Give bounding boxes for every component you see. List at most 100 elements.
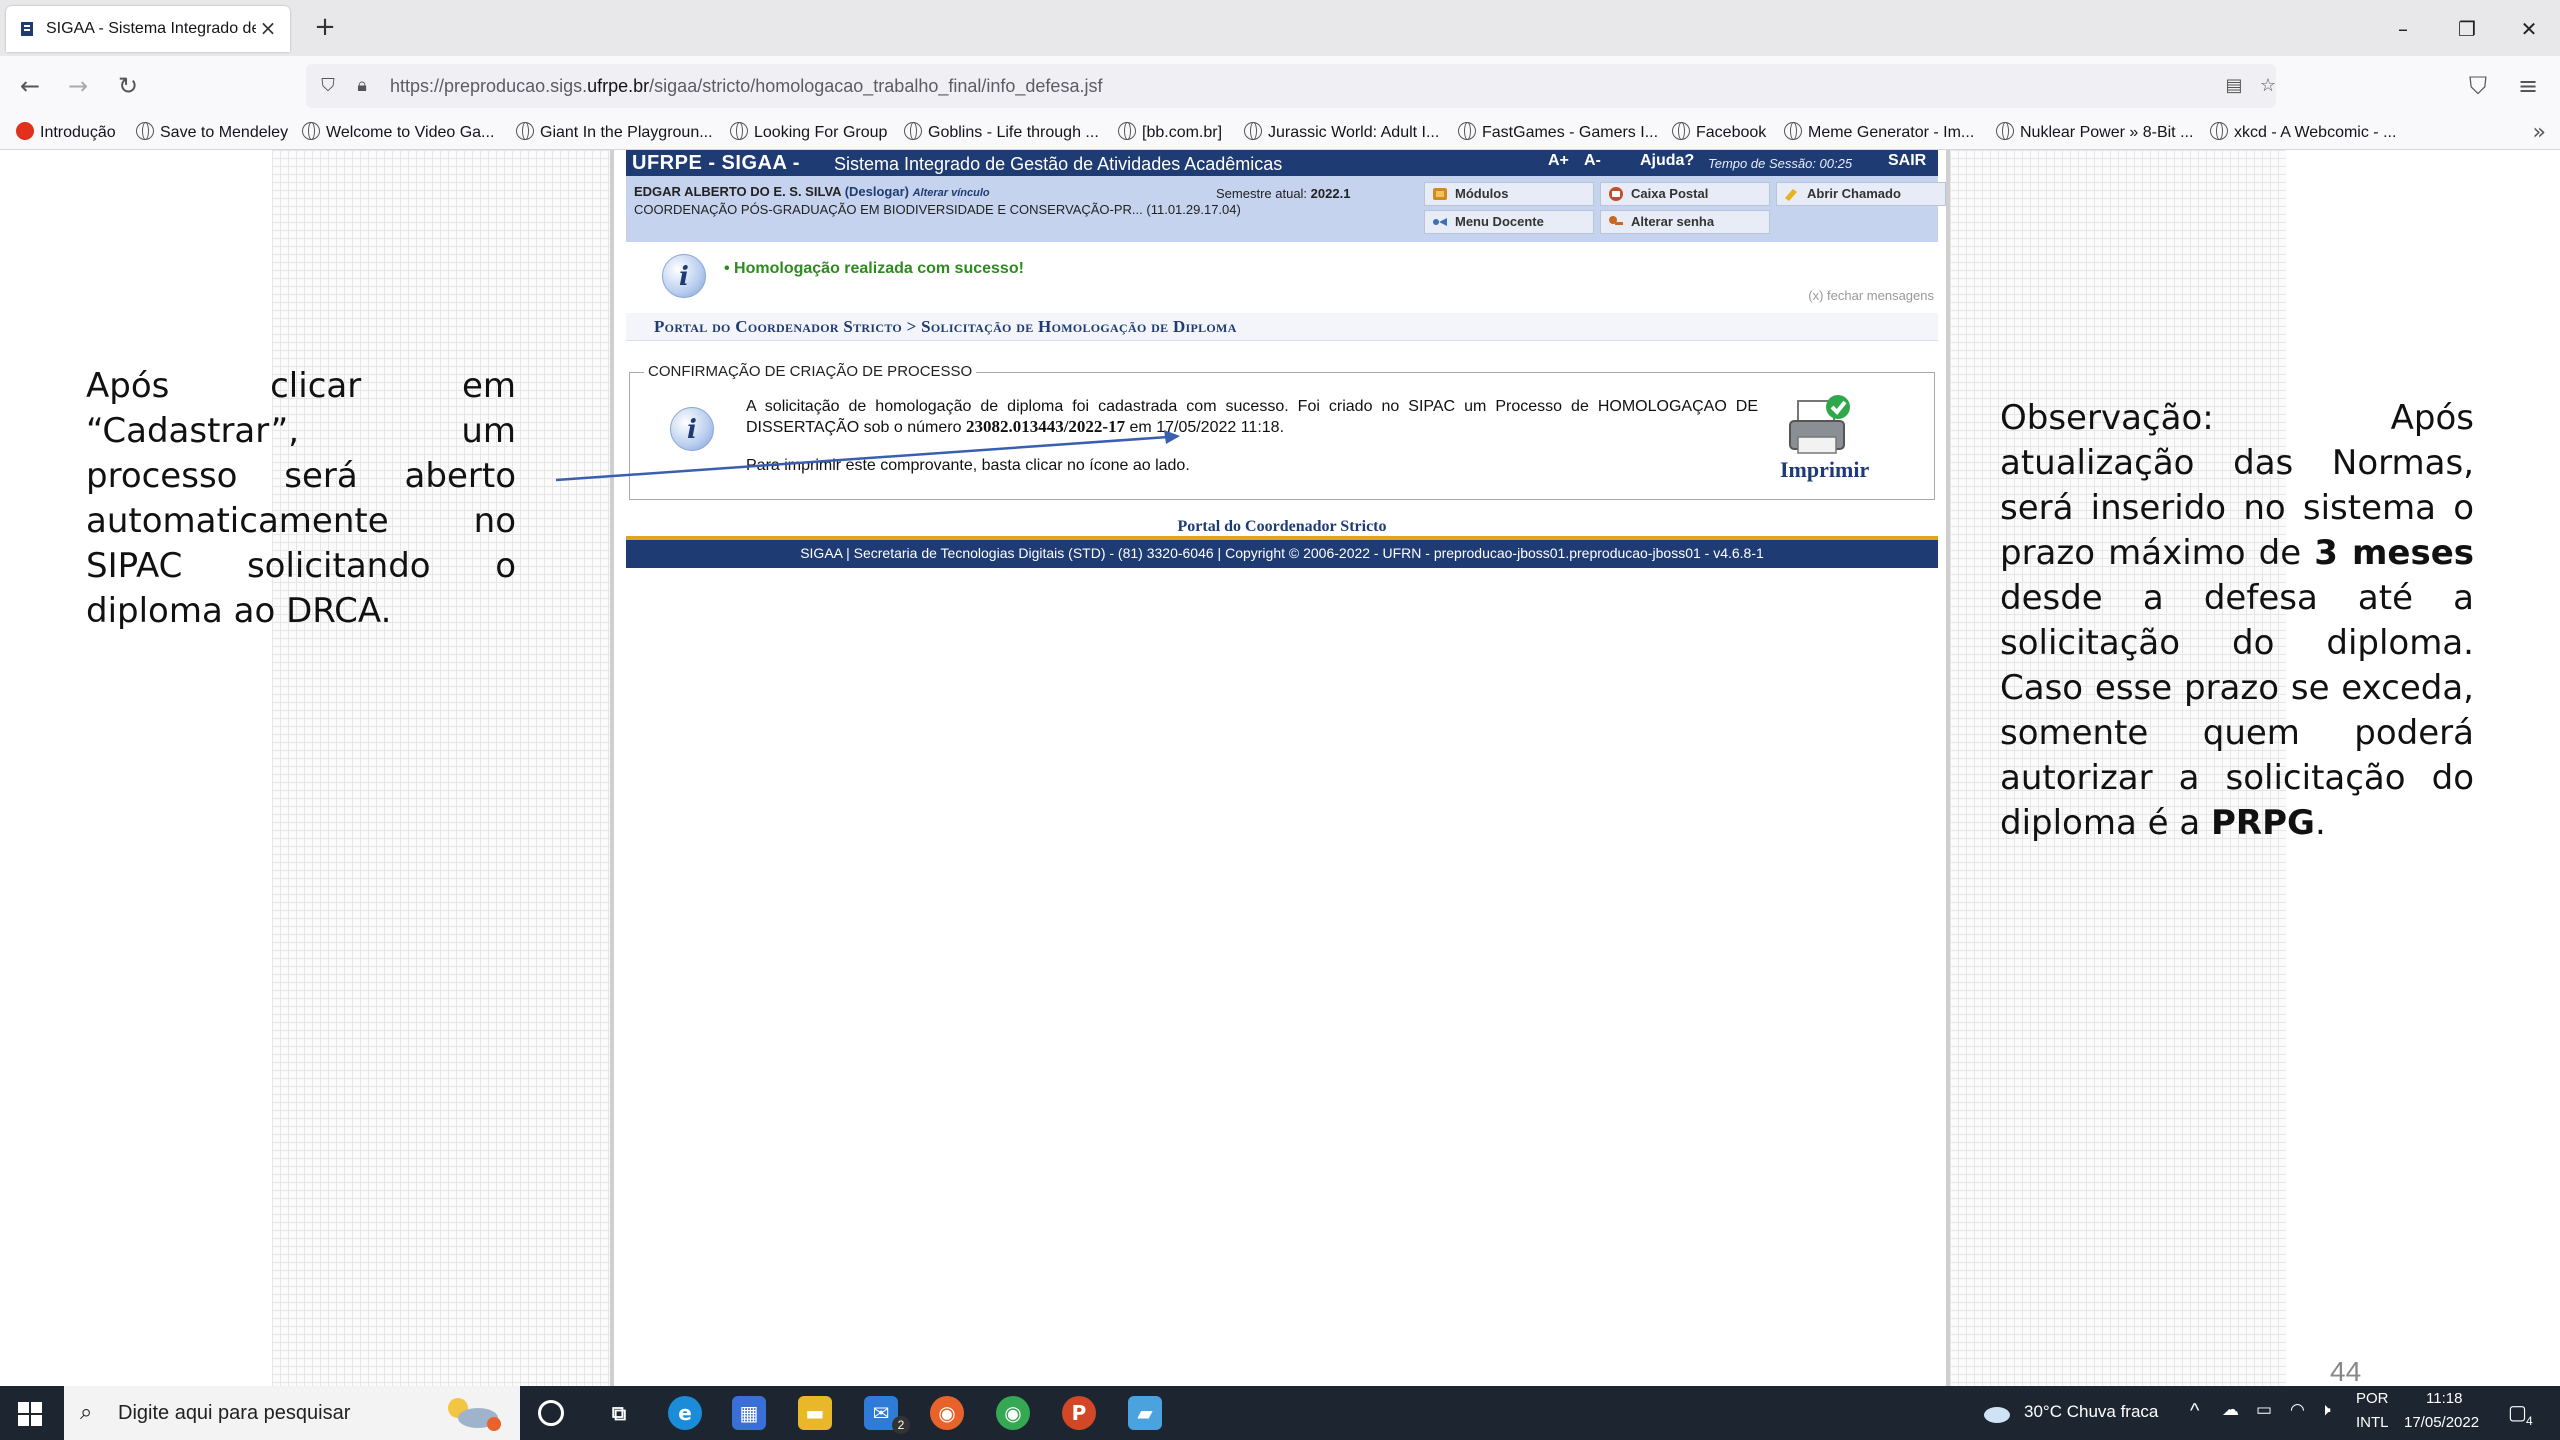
- language-secondary[interactable]: INTL: [2356, 1414, 2389, 1431]
- print-button[interactable]: Imprimir: [1780, 457, 1869, 483]
- help-link[interactable]: Ajuda?: [1640, 152, 1694, 170]
- bookmarks-bar: Introdução Save to Mendeley Welcome to V…: [0, 116, 2560, 150]
- clock-date[interactable]: 17/05/2022: [2404, 1414, 2479, 1431]
- sigaa-page: UFRPE - SIGAA - Sistema Integrado de Ges…: [610, 150, 1950, 1386]
- bookmark-item[interactable]: xkcd - A Webcomic - ...: [2210, 122, 2396, 144]
- weather-text[interactable]: 30°C Chuva fraca: [2024, 1402, 2158, 1422]
- menu-icon[interactable]: ≡: [2512, 70, 2544, 102]
- windows-start-icon[interactable]: [18, 1402, 42, 1426]
- task-view-icon[interactable]: ⧉: [602, 1396, 636, 1430]
- weather-cloud-icon: [1984, 1407, 2010, 1423]
- edge-icon[interactable]: e: [668, 1396, 702, 1430]
- bookmark-star-icon[interactable]: ☆: [2256, 74, 2280, 98]
- taskbar: ⌕ Digite aqui para pesquisar ⧉ e ▦ ▬ ✉ 2…: [0, 1386, 2560, 1440]
- navigation-bar: ← → ↻ ⛉ 🔒︎ https://preproducao.sigs.ufrp…: [0, 56, 2560, 116]
- system-name: Sistema Integrado de Gestão de Atividade…: [834, 154, 1283, 174]
- portal-link[interactable]: Portal do Coordenador Stricto: [626, 518, 1938, 536]
- onedrive-icon[interactable]: ☁: [2222, 1400, 2239, 1420]
- change-link[interactable]: Alterar vínculo: [913, 187, 990, 199]
- globe-icon: [1458, 122, 1476, 140]
- right-note: Observação: Após atualização das Normas,…: [2000, 398, 2474, 843]
- bookmark-item[interactable]: FastGames - Gamers I...: [1458, 122, 1658, 144]
- user-name: EDGAR ALBERTO DO E. S. SILVA: [634, 184, 842, 199]
- breadcrumb: Portal do Coordenador Stricto > Solicita…: [626, 313, 1938, 341]
- notes-app-icon[interactable]: ▰: [1128, 1396, 1162, 1430]
- font-increase-button[interactable]: A+: [1548, 152, 1569, 170]
- restore-icon[interactable]: ❐: [2452, 14, 2482, 44]
- tab-close-icon[interactable]: ×: [256, 16, 280, 40]
- ticket-icon: [1785, 189, 1797, 201]
- bookmark-item[interactable]: Goblins - Life through ...: [904, 122, 1099, 144]
- bookmark-item[interactable]: Save to Mendeley: [136, 122, 288, 144]
- reader-view-icon[interactable]: ▤: [2222, 74, 2246, 98]
- forward-icon[interactable]: →: [62, 70, 94, 102]
- notification-count: 4: [2526, 1414, 2533, 1428]
- teacher-menu-button[interactable]: Menu Docente: [1424, 210, 1594, 234]
- confirmation-text: A solicitação de homologação de diploma …: [746, 398, 1758, 436]
- chrome-icon[interactable]: ◉: [996, 1396, 1030, 1430]
- box-title: CONFIRMAÇÃO DE CRIAÇÃO DE PROCESSO: [644, 363, 977, 380]
- firefox-icon: [16, 122, 34, 140]
- globe-icon: [730, 122, 748, 140]
- notification-icon[interactable]: ▢: [2508, 1400, 2527, 1425]
- new-tab-icon[interactable]: +: [312, 14, 338, 40]
- bookmark-item[interactable]: Giant In the Playgroun...: [516, 122, 713, 144]
- process-confirmation-box: CONFIRMAÇÃO DE CRIAÇÃO DE PROCESSO i A s…: [629, 363, 1935, 500]
- store-icon[interactable]: ▦: [732, 1396, 766, 1430]
- modules-button[interactable]: Módulos: [1424, 182, 1594, 206]
- close-window-icon[interactable]: ✕: [2514, 14, 2544, 44]
- bookmark-item[interactable]: [bb.com.br]: [1118, 122, 1222, 144]
- volume-icon[interactable]: 🕨︎: [2320, 1400, 2331, 1420]
- grid-background-left: [272, 150, 610, 1386]
- bookmark-item[interactable]: Looking For Group: [730, 122, 887, 144]
- pocket-icon[interactable]: ⛉: [2462, 70, 2494, 102]
- user-info-bar: EDGAR ALBERTO DO E. S. SILVA (Deslogar) …: [626, 176, 1946, 242]
- minimize-icon[interactable]: –: [2388, 14, 2418, 44]
- logout-button[interactable]: SAIR: [1888, 152, 1926, 170]
- weather-widget-icon[interactable]: [436, 1392, 506, 1434]
- logoff-link[interactable]: (Deslogar): [845, 184, 909, 199]
- bookmark-item[interactable]: Meme Generator - Im...: [1784, 122, 1974, 144]
- cortana-icon[interactable]: [538, 1400, 564, 1426]
- globe-icon: [1244, 122, 1262, 140]
- wifi-icon[interactable]: ◠: [2290, 1400, 2305, 1420]
- tray-chevron-icon[interactable]: ^: [2190, 1400, 2199, 1423]
- bookmark-item[interactable]: Welcome to Video Ga...: [302, 122, 494, 144]
- sigaa-favicon-icon: [21, 22, 33, 36]
- mail-badge: 2: [892, 1416, 910, 1434]
- open-ticket-button[interactable]: Abrir Chamado: [1776, 182, 1946, 206]
- font-decrease-button[interactable]: A-: [1584, 152, 1601, 170]
- globe-icon: [136, 122, 154, 140]
- bookmark-item[interactable]: Facebook: [1672, 122, 1766, 144]
- reload-icon[interactable]: ↻: [112, 70, 144, 102]
- url-text: https://preproducao.sigs.ufrpe.br/sigaa/…: [390, 76, 1103, 96]
- mailbox-button[interactable]: Caixa Postal: [1600, 182, 1770, 206]
- printer-icon[interactable]: [1780, 393, 1860, 463]
- globe-icon: [1672, 122, 1690, 140]
- taskbar-search[interactable]: ⌕ Digite aqui para pesquisar: [64, 1386, 520, 1440]
- close-messages-link[interactable]: (x) fechar mensagens: [1808, 288, 1934, 303]
- back-icon[interactable]: ←: [14, 70, 46, 102]
- shield-icon[interactable]: ⛉: [316, 74, 340, 98]
- bookmark-item[interactable]: Introdução: [16, 122, 116, 144]
- lock-icon[interactable]: 🔒︎: [350, 74, 374, 98]
- language-primary[interactable]: POR: [2356, 1390, 2389, 1407]
- battery-icon[interactable]: ▭: [2256, 1400, 2272, 1420]
- process-number: 23082.013443/2022-17: [965, 417, 1126, 436]
- teacher-menu-icon: [1433, 218, 1447, 226]
- info-icon: i: [662, 254, 706, 298]
- address-bar[interactable]: ⛉ 🔒︎ https://preproducao.sigs.ufrpe.br/s…: [306, 64, 2276, 108]
- file-explorer-icon[interactable]: ▬: [798, 1396, 832, 1430]
- bookmark-item[interactable]: Nuklear Power » 8-Bit ...: [1996, 122, 2193, 144]
- info-icon: i: [670, 407, 714, 451]
- sigaa-header: UFRPE - SIGAA - Sistema Integrado de Ges…: [626, 150, 1938, 176]
- browser-tab-sigaa[interactable]: SIGAA - Sistema Integrado de G ×: [6, 6, 290, 52]
- powerpoint-icon[interactable]: P: [1062, 1396, 1096, 1430]
- firefox-icon[interactable]: ◉: [930, 1396, 964, 1430]
- user-line: EDGAR ALBERTO DO E. S. SILVA (Deslogar) …: [634, 184, 990, 199]
- clock-time[interactable]: 11:18: [2426, 1390, 2462, 1407]
- bookmark-item[interactable]: Jurassic World: Adult I...: [1244, 122, 1439, 144]
- globe-icon: [1118, 122, 1136, 140]
- chevron-more-icon[interactable]: »: [2533, 120, 2546, 145]
- change-password-button[interactable]: Alterar senha: [1600, 210, 1770, 234]
